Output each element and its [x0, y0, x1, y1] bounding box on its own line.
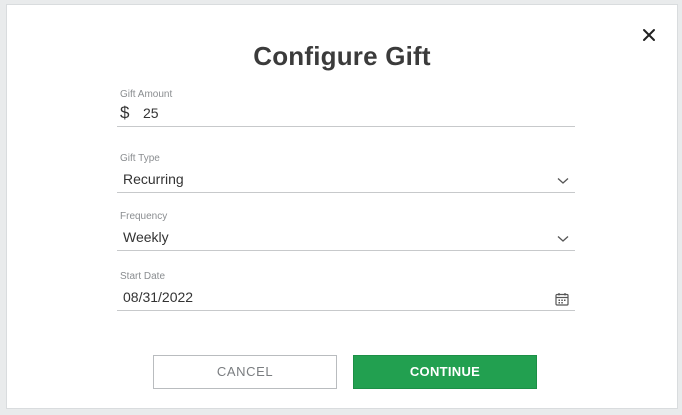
start-date-field[interactable]: Start Date 08/31/2022 [117, 271, 575, 311]
chevron-down-icon[interactable] [557, 177, 569, 185]
frequency-label: Frequency [120, 211, 168, 222]
continue-button[interactable]: CONTINUE [353, 355, 537, 389]
currency-symbol: $ [120, 103, 130, 122]
gift-amount-label: Gift Amount [120, 89, 173, 100]
start-date-label: Start Date [120, 271, 166, 282]
start-date-input[interactable]: 08/31/2022 [123, 289, 193, 305]
gift-amount-field[interactable]: Gift Amount $ 25 [117, 89, 575, 127]
dialog-title: Configure Gift [253, 41, 431, 71]
frequency-value: Weekly [123, 229, 169, 245]
calendar-icon[interactable] [555, 292, 569, 306]
chevron-down-icon[interactable] [557, 235, 569, 243]
frequency-select[interactable]: Frequency Weekly [117, 211, 575, 251]
gift-type-label: Gift Type [120, 153, 160, 164]
gift-amount-input[interactable]: 25 [143, 105, 159, 121]
cancel-button[interactable]: CANCEL [153, 355, 337, 389]
gift-type-value: Recurring [123, 171, 184, 187]
gift-type-select[interactable]: Gift Type Recurring [117, 153, 575, 193]
configure-gift-dialog: Configure Gift Gift Amount $ 25 Gift Typ… [6, 4, 678, 409]
